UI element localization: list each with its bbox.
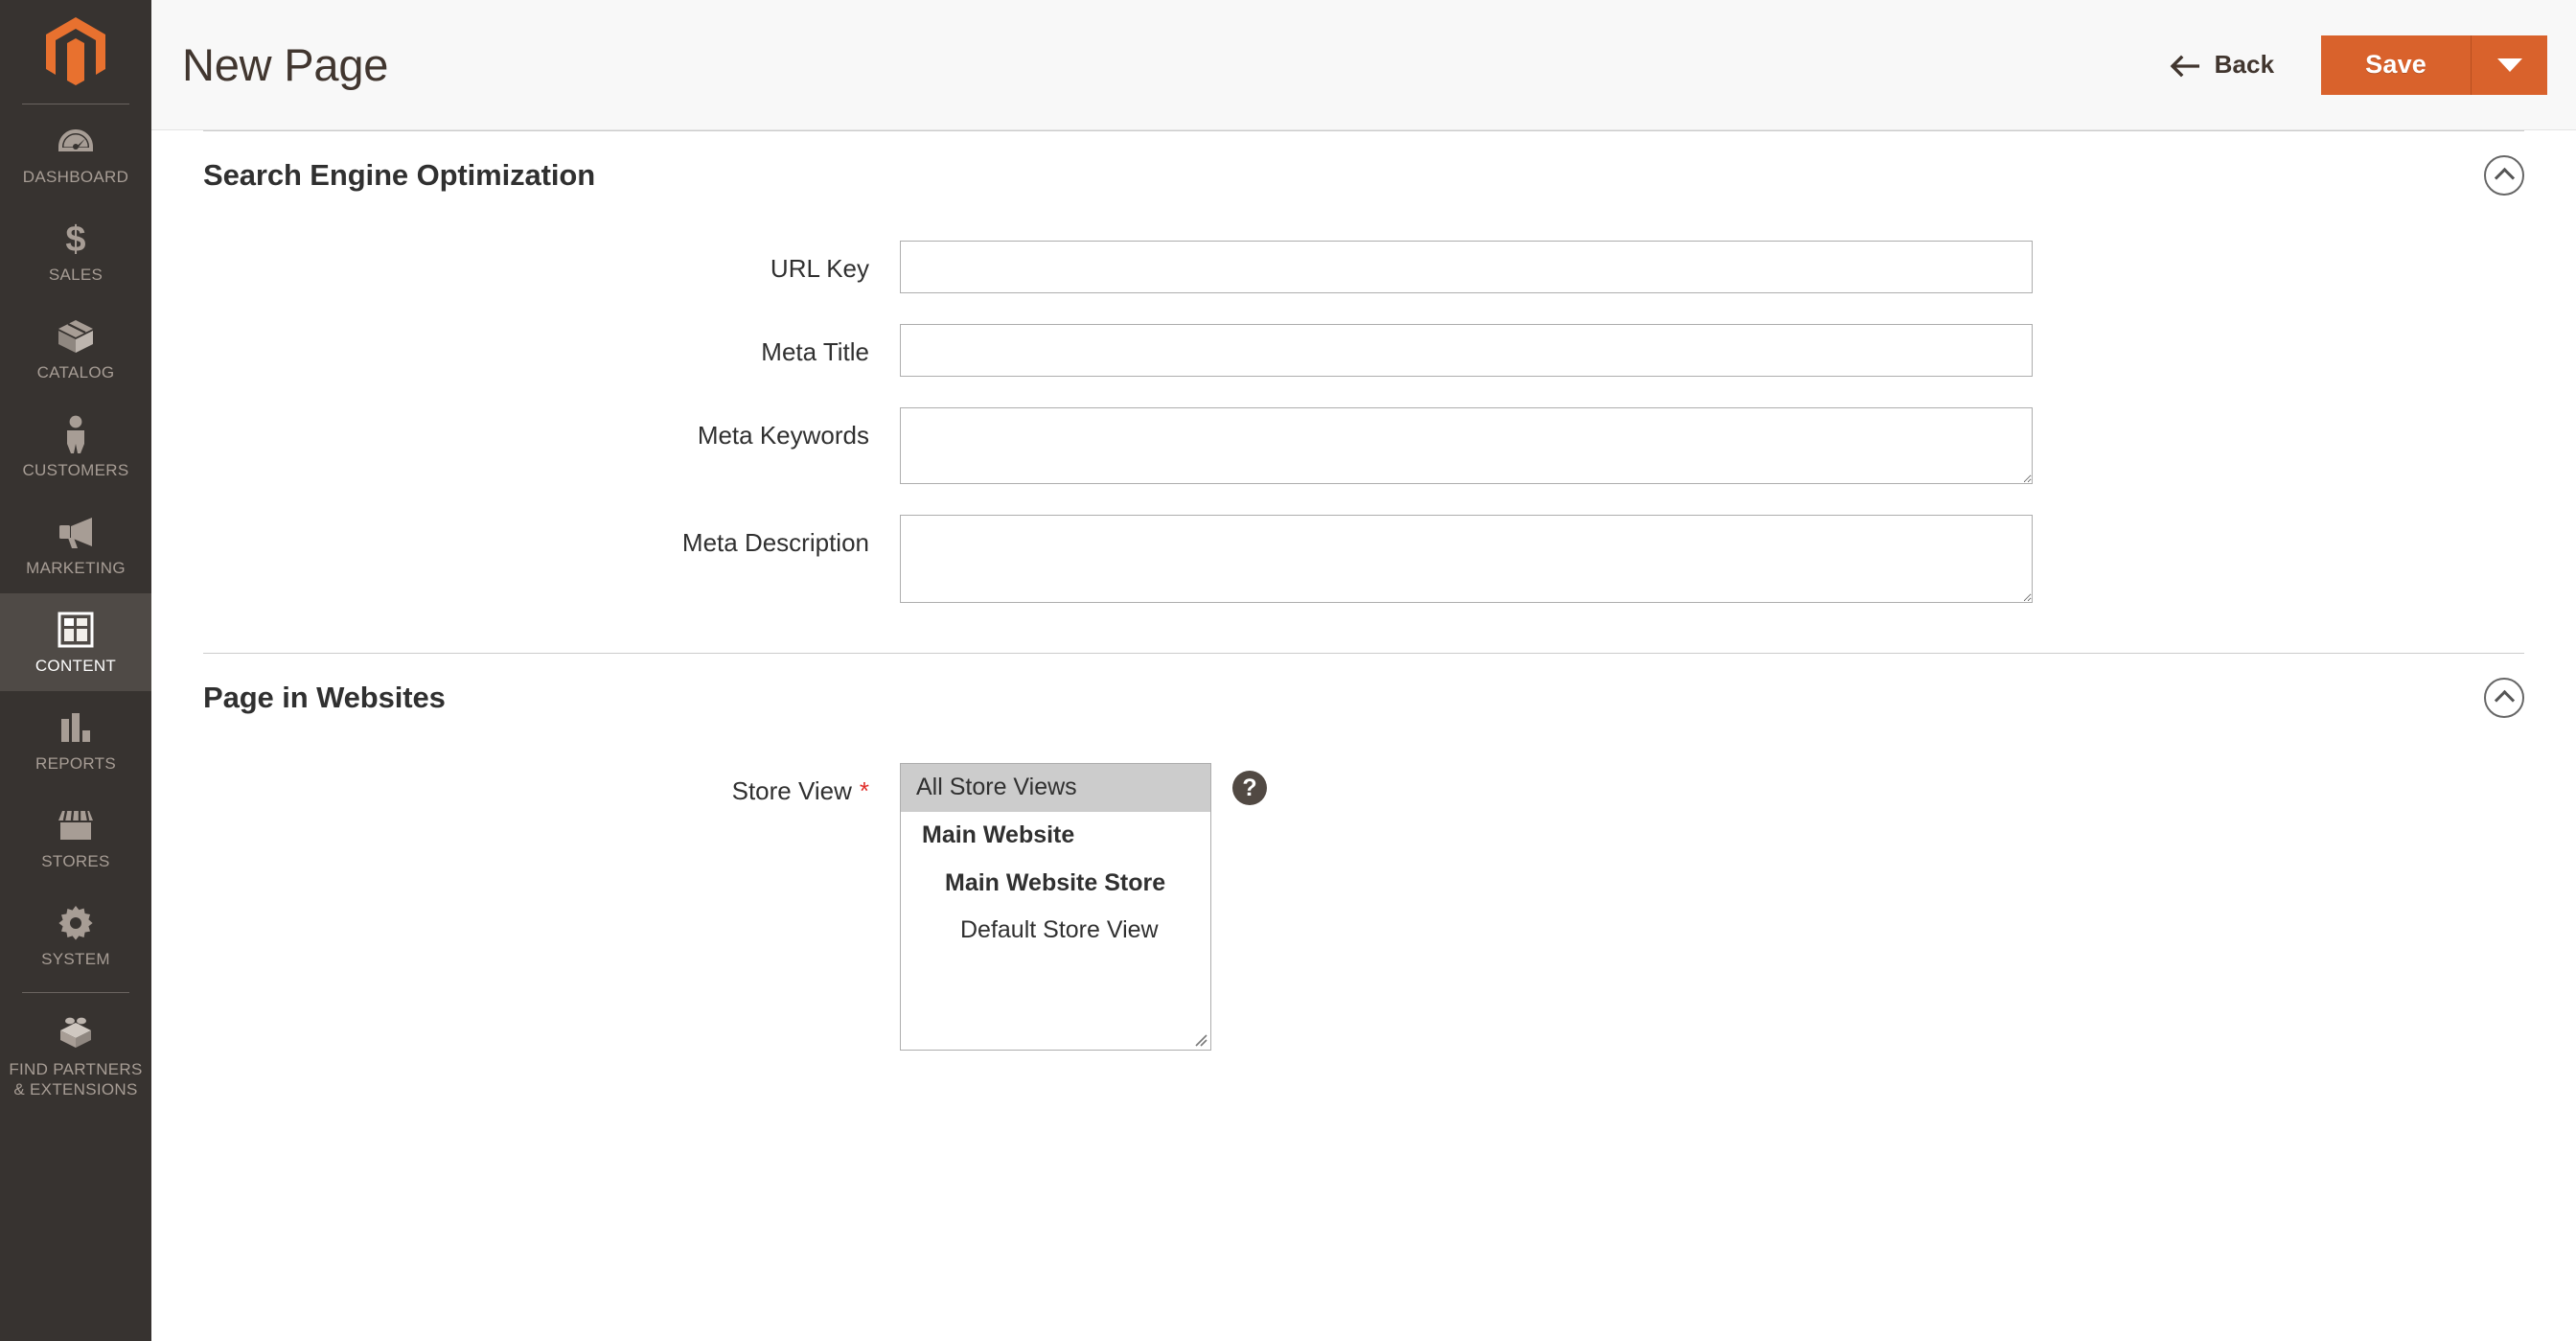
meta-keywords-control (900, 407, 2524, 484)
sidebar-item-dashboard[interactable]: DASHBOARD (0, 104, 151, 202)
bar-chart-icon (4, 708, 148, 747)
store-view-label-text: Store View (731, 776, 852, 805)
megaphone-icon (4, 513, 148, 551)
store-view-multiselect[interactable]: All Store Views Main Website Main Websit… (900, 763, 1211, 1051)
sidebar-item-label: CUSTOMERS (22, 461, 129, 479)
field-row-store-view: Store View * All Store Views Main Website… (203, 763, 2524, 1051)
page-header: New Page Back Save (151, 0, 2576, 130)
sidebar-item-label: FIND PARTNERS & EXTENSIONS (9, 1060, 143, 1098)
sidebar-item-stores[interactable]: STORES (0, 789, 151, 887)
admin-sidebar: DASHBOARD $ SALES CATALOG CUSTOMERS MARK… (0, 0, 151, 1341)
sidebar-item-customers[interactable]: CUSTOMERS (0, 398, 151, 496)
field-row-meta-description: Meta Description (203, 515, 2524, 603)
dollar-sign-icon: $ (4, 220, 148, 258)
storefront-icon (4, 806, 148, 844)
chevron-up-circle-icon[interactable] (2484, 155, 2524, 196)
sidebar-item-label: SALES (48, 266, 104, 284)
field-row-meta-keywords: Meta Keywords (203, 407, 2524, 484)
meta-title-input[interactable] (900, 324, 2033, 377)
chevron-up-glyph (2494, 689, 2515, 711)
sidebar-item-content[interactable]: CONTENT (0, 593, 151, 691)
page-content: Search Engine Optimization URL Key Meta … (151, 130, 2576, 1051)
page-title: New Page (182, 39, 389, 90)
meta-keywords-textarea[interactable] (900, 407, 2033, 484)
section-title: Search Engine Optimization (203, 158, 596, 192)
header-actions: Back Save (2156, 35, 2547, 95)
sidebar-item-marketing[interactable]: MARKETING (0, 496, 151, 593)
meta-description-label: Meta Description (681, 528, 869, 557)
sidebar-item-find-partners-extensions[interactable]: FIND PARTNERS & EXTENSIONS (0, 997, 151, 1115)
required-marker: * (859, 776, 869, 805)
sidebar-item-reports[interactable]: REPORTS (0, 691, 151, 789)
seo-form: URL Key Meta Title Meta Keywords Meta De… (203, 220, 2524, 603)
sidebar-item-label: MARKETING (26, 559, 126, 577)
sidebar-item-label: REPORTS (35, 754, 116, 773)
arrow-left-icon (2170, 54, 2199, 77)
sidebar-item-label: CATALOG (36, 363, 115, 381)
save-options-dropdown-button[interactable] (2471, 35, 2547, 95)
meta-description-textarea[interactable] (900, 515, 2033, 603)
field-row-meta-title: Meta Title (203, 324, 2524, 377)
sidebar-item-catalog[interactable]: CATALOG (0, 300, 151, 398)
store-view-option-main-website[interactable]: Main Website (901, 812, 1210, 860)
url-key-control (900, 241, 2524, 293)
sidebar-item-label: STORES (41, 852, 110, 870)
field-row-url-key: URL Key (203, 241, 2524, 293)
chevron-up-circle-icon[interactable] (2484, 678, 2524, 718)
chevron-up-glyph (2494, 167, 2515, 189)
url-key-input[interactable] (900, 241, 2033, 293)
url-key-label: URL Key (770, 254, 869, 283)
sidebar-item-label: CONTENT (34, 657, 117, 675)
meta-keywords-label: Meta Keywords (697, 421, 869, 450)
admin-page: DASHBOARD $ SALES CATALOG CUSTOMERS MARK… (0, 0, 2576, 1341)
gear-icon (4, 904, 148, 942)
store-view-option-default-store-view[interactable]: Default Store View (901, 907, 1210, 955)
section-title: Page in Websites (203, 681, 446, 714)
box-icon (4, 317, 148, 356)
sidebar-item-system[interactable]: SYSTEM (0, 887, 151, 984)
store-view-option-main-website-store[interactable]: Main Website Store (901, 860, 1210, 908)
lego-brick-icon (4, 1014, 148, 1052)
section-search-engine-optimization: Search Engine Optimization URL Key Meta … (203, 130, 2524, 603)
section-header[interactable]: Search Engine Optimization (203, 131, 2524, 220)
sidebar-bottom-divider (22, 992, 129, 993)
meta-title-label: Meta Title (761, 337, 869, 366)
save-button[interactable]: Save (2321, 35, 2471, 95)
question-mark-circle-icon[interactable]: ? (1232, 771, 1267, 805)
save-button-group: Save (2321, 35, 2547, 95)
resize-handle-icon[interactable] (1191, 1030, 1208, 1048)
meta-title-control (900, 324, 2524, 377)
store-view-control: All Store Views Main Website Main Websit… (900, 763, 2524, 1051)
meta-description-control (900, 515, 2524, 603)
page-in-websites-form: Store View * All Store Views Main Website… (203, 742, 2524, 1051)
back-button[interactable]: Back (2156, 40, 2288, 89)
dashboard-gauge-icon (4, 122, 148, 160)
person-icon (4, 415, 148, 453)
sidebar-item-sales[interactable]: $ SALES (0, 202, 151, 300)
sidebar-item-label: SYSTEM (41, 950, 110, 968)
back-button-label: Back (2214, 50, 2275, 79)
magento-logo[interactable] (0, 0, 151, 104)
svg-text:$: $ (65, 220, 85, 258)
layout-blocks-icon (4, 611, 148, 649)
caret-down-icon (2496, 58, 2522, 72)
section-header[interactable]: Page in Websites (203, 654, 2524, 742)
main-area: New Page Back Save Search Engine Optimiz… (151, 0, 2576, 1341)
sidebar-item-label: DASHBOARD (22, 168, 129, 186)
section-page-in-websites: Page in Websites Store View * All Store V… (203, 653, 2524, 1051)
store-view-label: Store View * (203, 763, 900, 806)
store-view-option-all-store-views[interactable]: All Store Views (901, 764, 1210, 812)
